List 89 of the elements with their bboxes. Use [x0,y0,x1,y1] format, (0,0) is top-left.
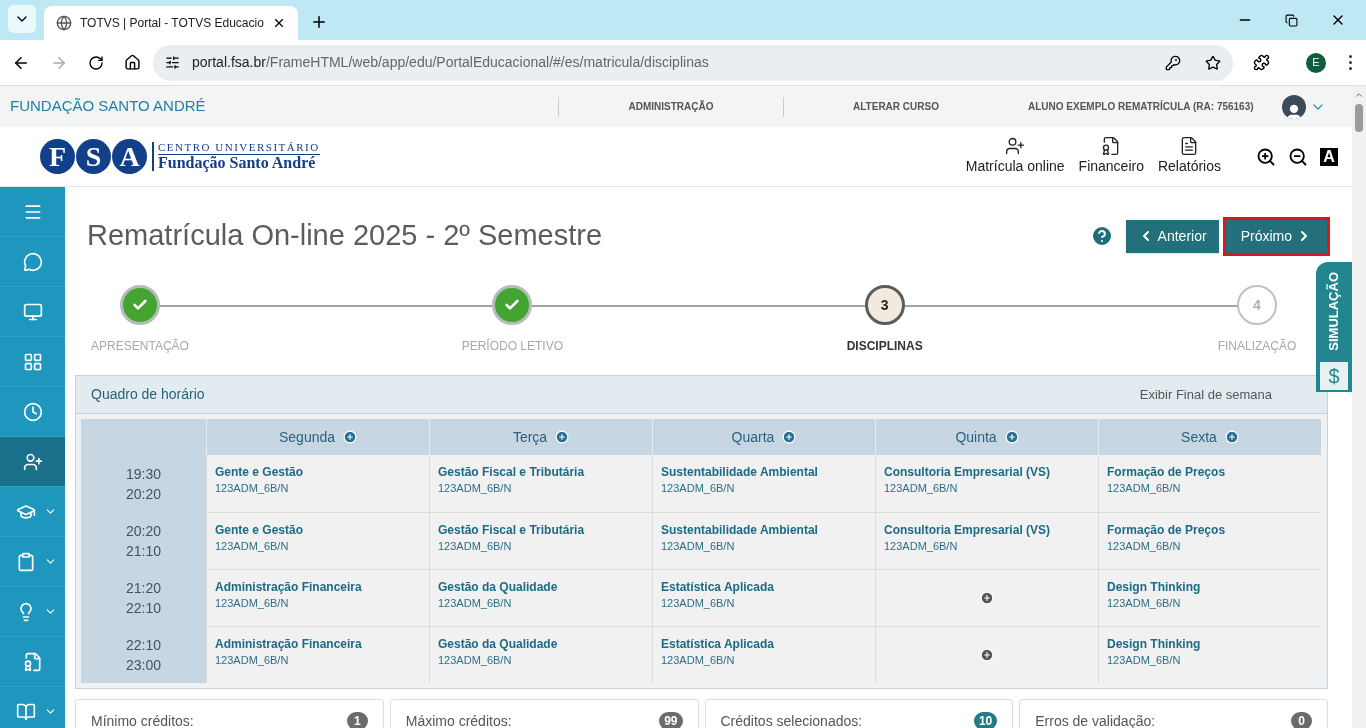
browser-tab[interactable]: TOTVS | Portal - TOTVS Educacio [44,6,298,40]
schedule-cell[interactable]: Gestão da Qualidade 123ADM_6B/N [429,626,652,683]
add-icon[interactable] [343,430,358,444]
bookmark-star-icon[interactable] [1205,54,1221,71]
weekend-toggle-link[interactable]: Exibir Final de semana [1139,384,1272,405]
day-header-cell: Sexta [1098,419,1321,455]
add-icon[interactable] [1224,430,1239,444]
brand-text[interactable]: FUNDAÇÃO SANTO ANDRÉ [10,95,558,118]
sidebar-item[interactable] [0,437,65,487]
clipboard-icon [16,551,36,572]
address-bar[interactable]: portal.fsa.br/FrameHTML/web/app/edu/PortalEducacional/#/es/matricula/disciplinas [153,44,1233,81]
header-nav-link[interactable]: Matrícula online [958,136,1072,177]
schedule-cell[interactable]: Estatística Aplicada 123ADM_6B/N [652,569,875,626]
count-badge: 10 [973,712,998,728]
count-badge: 1 [346,712,368,728]
step-label: FINALIZAÇÃO [1217,338,1297,355]
credit-label: Créditos selecionados: [720,711,864,728]
day-header-cell: Terça [429,419,652,455]
schedule-cell[interactable]: Sustentabilidade Ambiental 123ADM_6B/N [652,512,875,569]
site-info-icon[interactable] [165,55,180,70]
globe-icon [56,15,72,31]
schedule-cell[interactable]: Administração Financeira 123ADM_6B/N [206,626,429,683]
schedule-cell[interactable]: Gente e Gestão 123ADM_6B/N [206,512,429,569]
restore-icon[interactable] [1285,14,1298,27]
zoom-out-icon[interactable] [1288,146,1308,167]
schedule-cell[interactable]: Estatística Aplicada 123ADM_6B/N [652,626,875,683]
step-label: PERÍODO LETIVO [461,337,563,355]
user-plus-icon [22,451,43,472]
top-link[interactable]: ADMINISTRAÇÃO [558,96,783,117]
credit-label: Mínimo créditos: [91,711,195,728]
day-header-cell: Quinta [875,419,1098,455]
monitor-icon [22,301,43,322]
panel-title: Quadro de horário [91,385,205,404]
day-header-cell: Segunda [206,419,429,455]
user-plus-icon [1005,136,1026,156]
count-badge: 99 [659,712,683,728]
step-label: APRESENTAÇÃO [91,338,189,355]
schedule-cell[interactable]: Administração Financeira 123ADM_6B/N [206,569,429,626]
check-icon [132,297,148,313]
schedule-cell[interactable]: Design Thinking 123ADM_6B/N [1098,569,1321,626]
add-icon[interactable] [782,430,797,444]
scroll-up-icon[interactable] [1354,90,1364,100]
url-text: portal.fsa.br/FrameHTML/web/app/edu/PortalEducacional/#/es/matricula/disciplinas [192,53,709,72]
header-nav-link[interactable]: Relatórios [1150,136,1228,177]
add-icon[interactable] [555,430,570,444]
grid-icon [22,351,43,372]
add-icon[interactable] [1004,430,1019,444]
key-icon[interactable] [1165,54,1181,71]
time-cell: 22:10 23:00 [81,626,206,683]
schedule-cell[interactable]: Gestão Fiscal e Tributária 123ADM_6B/N [429,512,652,569]
dollar-sign-icon: $ [1320,362,1348,390]
top-link[interactable]: ALTERAR CURSO [783,96,1008,117]
user-avatar-icon[interactable] [1281,94,1306,119]
clock-icon [22,401,43,422]
add-icon[interactable] [980,648,994,662]
profile-avatar[interactable]: E [1306,52,1326,73]
fsa-logo: F S A CENTRO UNIVERSITÁRIO Fundação Santo André [40,139,320,174]
scrollbar-thumb[interactable] [1355,104,1363,132]
day-header-cell: Quarta [652,419,875,455]
next-button[interactable]: Próximo [1222,216,1330,256]
tab-list-button[interactable] [8,5,36,33]
step-number: 3 [864,285,905,325]
step-number: 4 [1237,285,1277,325]
previous-button[interactable]: Anterior [1125,219,1219,253]
schedule-cell[interactable]: Gestão da Qualidade 123ADM_6B/N [429,569,652,626]
step-label: DISCIPLINAS [846,338,923,355]
document-icon [22,651,43,672]
schedule-cell[interactable]: Design Thinking 123ADM_6B/N [1098,626,1321,683]
chat-icon [22,251,43,272]
user-name-link[interactable]: ALUNO EXEMPLO REMATRÍCULA (RA: 756163) [1028,99,1254,114]
page-title: Rematrícula On-line 2025 - 2º Semestre [87,218,603,254]
time-cell: 19:30 20:20 [81,455,206,512]
book-icon [16,701,36,722]
home-icon[interactable] [124,54,141,71]
extensions-icon[interactable] [1253,54,1270,71]
credit-label: Máximo créditos: [405,711,513,728]
count-badge: 0 [1291,712,1312,728]
check-icon [504,297,521,313]
reload-icon[interactable] [88,54,104,71]
credit-label: Erros de validação: [1035,711,1157,728]
schedule-cell[interactable]: Consultoria Empresarial (VS) 123ADM_6B/N [875,512,1098,569]
time-cell: 20:20 21:10 [81,512,206,569]
contrast-toggle[interactable]: A [1320,147,1338,166]
header-nav-link[interactable]: Financeiro [1071,136,1151,177]
zoom-in-icon[interactable] [1256,146,1276,167]
time-cell: 21:20 22:10 [81,569,206,626]
simulation-tab[interactable]: SIMULAÇÃO $ [1316,262,1352,392]
schedule-cell[interactable]: Formação de Preços 123ADM_6B/N [1098,512,1321,569]
add-icon[interactable] [980,591,994,605]
